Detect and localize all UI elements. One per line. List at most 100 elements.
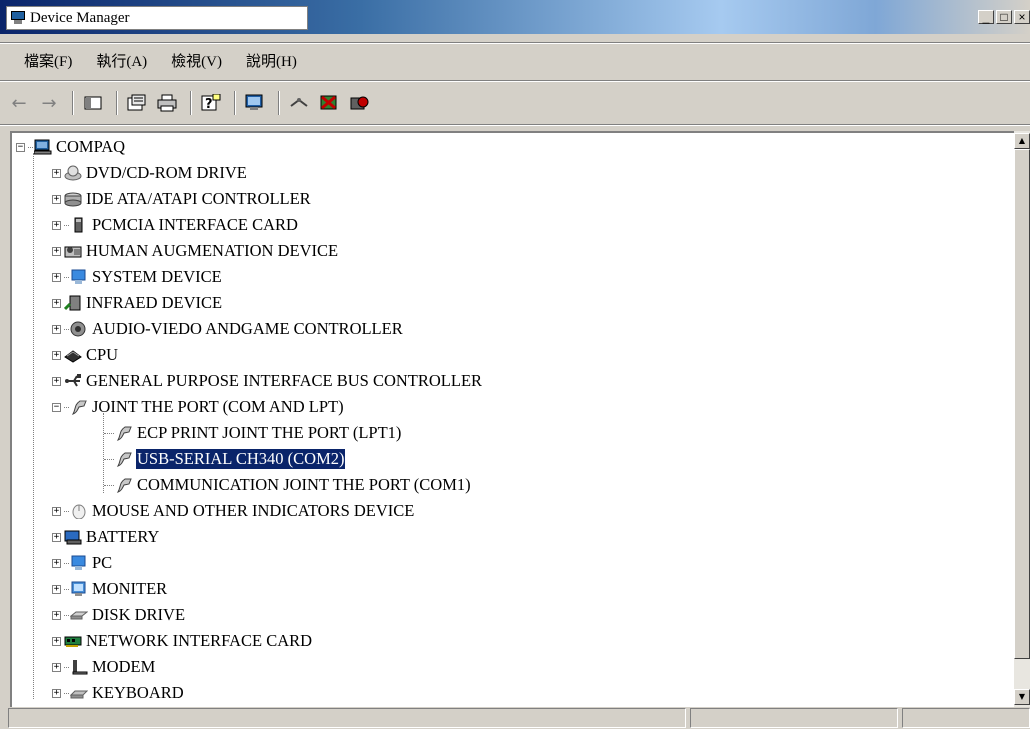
device-manager-app-icon (10, 11, 26, 25)
tree-child-item[interactable]: COMMUNICATION JOINT THE PORT (COM1) (104, 474, 472, 496)
modem-icon (70, 659, 88, 675)
tree-child-item[interactable]: ECP PRINT JOINT THE PORT (LPT1) (104, 422, 402, 444)
collapse-toggle[interactable]: − (16, 142, 25, 152)
expand-toggle[interactable]: + (52, 246, 61, 256)
tree-item[interactable]: + BATTERY (52, 526, 160, 548)
tree-item-label: ECP PRINT JOINT THE PORT (LPT1) (137, 423, 402, 442)
scroll-up-button[interactable]: ▲ (1014, 133, 1030, 149)
tree-item[interactable]: + NETWORK INTERFACE CARD (52, 630, 313, 652)
audio-icon (70, 321, 88, 337)
menu-file[interactable]: 檔案(F) (20, 50, 76, 71)
vertical-scrollbar[interactable]: ▲ ▼ (1014, 131, 1030, 707)
monitor-icon (70, 581, 88, 597)
menu-help[interactable]: 說明(H) (242, 50, 301, 71)
port-icon (115, 451, 133, 467)
uninstall-icon[interactable] (316, 91, 342, 115)
minimize-button[interactable]: _ (978, 10, 994, 24)
tree-item[interactable]: + MOUSE AND OTHER INDICATORS DEVICE (52, 500, 415, 522)
cpu-icon (64, 347, 82, 363)
tree-item-label: AUDIO-VIEDO ANDGAME CONTROLLER (92, 319, 403, 338)
forward-icon[interactable]: → (36, 91, 62, 115)
tree-item[interactable]: + IDE ATA/ATAPI CONTROLLER (52, 188, 312, 210)
expand-toggle[interactable]: + (52, 220, 61, 230)
tree-item-label: DISK DRIVE (92, 605, 186, 624)
expand-toggle[interactable]: + (52, 350, 61, 360)
device-tree-panel[interactable]: − COMPAQ + DVD/CD-ROM DRIVE + IDE ATA/AT… (10, 131, 1030, 707)
update-driver-icon[interactable] (286, 91, 312, 115)
back-icon[interactable]: ← (6, 91, 32, 115)
hid-icon (64, 243, 82, 259)
maximize-button[interactable]: □ (996, 10, 1012, 24)
expand-toggle[interactable]: + (52, 662, 61, 672)
disable-icon[interactable] (346, 91, 372, 115)
tree-item-label: MOUSE AND OTHER INDICATORS DEVICE (92, 501, 415, 520)
tree-root[interactable]: − COMPAQ (16, 136, 126, 158)
close-button[interactable]: × (1014, 10, 1030, 24)
properties-icon[interactable] (124, 91, 150, 115)
tree-item[interactable]: + CPU (52, 344, 119, 366)
tree-item-label: HUMAN AUGMENATION DEVICE (86, 241, 339, 260)
scroll-thumb[interactable] (1014, 149, 1030, 659)
tree-item[interactable]: + INFRAED DEVICE (52, 292, 223, 314)
tree-item-label: DVD/CD-ROM DRIVE (86, 163, 247, 182)
tree-item[interactable]: + DISK DRIVE (52, 604, 186, 626)
tree-item-label: NETWORK INTERFACE CARD (86, 631, 313, 650)
expand-toggle[interactable]: + (52, 324, 61, 334)
tree-root-label: COMPAQ (56, 137, 126, 156)
tree-item[interactable]: + KEYBOARD (52, 682, 185, 704)
battery-icon (64, 529, 82, 545)
expand-toggle[interactable]: + (52, 376, 61, 386)
expand-toggle[interactable]: + (52, 506, 61, 516)
status-pane-3 (902, 708, 1030, 728)
toolbar: ← → ? (6, 88, 376, 118)
tree-item[interactable]: + AUDIO-VIEDO ANDGAME CONTROLLER (52, 318, 404, 340)
expand-toggle[interactable]: + (52, 168, 61, 178)
tree-item-label: PCMCIA INTERFACE CARD (92, 215, 298, 234)
tree-item[interactable]: + SYSTEM DEVICE (52, 266, 223, 288)
tree-item[interactable]: + MODEM (52, 656, 156, 678)
collapse-toggle[interactable]: − (52, 402, 61, 412)
console-tree-icon[interactable] (80, 91, 106, 115)
tree-item-expanded[interactable]: − JOINT THE PORT (COM AND LPT) (52, 396, 345, 418)
tree-item[interactable]: + HUMAN AUGMENATION DEVICE (52, 240, 339, 262)
help-icon[interactable]: ? (198, 91, 224, 115)
pcmcia-icon (70, 217, 88, 233)
title-bar[interactable]: Device Manager _ □ × (0, 0, 1030, 34)
tree-child-item-selected[interactable]: USB-SERIAL CH340 (COM2) (104, 448, 346, 470)
expand-toggle[interactable]: + (52, 194, 61, 204)
tree-item[interactable]: + MONITER (52, 578, 168, 600)
computer-icon (33, 139, 52, 155)
toolbar-divider (116, 91, 118, 115)
tree-guide-line (33, 153, 34, 699)
expand-toggle[interactable]: + (52, 558, 61, 568)
expand-toggle[interactable]: + (52, 272, 61, 282)
tree-item-label: INFRAED DEVICE (86, 293, 223, 312)
expand-toggle[interactable]: + (52, 610, 61, 620)
toolbar-divider (72, 91, 74, 115)
tree-item[interactable]: + PCMCIA INTERFACE CARD (52, 214, 299, 236)
title-area: Device Manager (6, 6, 308, 30)
ide-controller-icon (64, 191, 82, 207)
tree-item-label: BATTERY (86, 527, 160, 546)
tree-item[interactable]: + GENERAL PURPOSE INTERFACE BUS CONTROLL… (52, 370, 483, 392)
scan-hardware-icon[interactable] (242, 91, 268, 115)
disk-drive-icon (69, 607, 89, 623)
expand-toggle[interactable]: + (52, 298, 61, 308)
device-tree[interactable]: − COMPAQ + DVD/CD-ROM DRIVE + IDE ATA/AT… (12, 133, 1012, 707)
expand-toggle[interactable]: + (52, 532, 61, 542)
tree-item[interactable]: + DVD/CD-ROM DRIVE (52, 162, 248, 184)
scroll-down-button[interactable]: ▼ (1014, 689, 1030, 705)
port-icon (70, 399, 88, 415)
expand-toggle[interactable]: + (52, 688, 61, 698)
menu-action[interactable]: 執行(A) (92, 50, 151, 71)
menu-view[interactable]: 檢視(V) (167, 50, 226, 71)
expand-toggle[interactable]: + (52, 636, 61, 646)
tree-item-label: KEYBOARD (92, 683, 184, 702)
tree-item[interactable]: + PC (52, 552, 113, 574)
expand-toggle[interactable]: + (52, 584, 61, 594)
print-icon[interactable] (154, 91, 180, 115)
toolbar-separator-bottom (0, 124, 1030, 126)
tree-item-label: SYSTEM DEVICE (92, 267, 222, 286)
tree-item-label: IDE ATA/ATAPI CONTROLLER (86, 189, 311, 208)
system-device-icon (70, 269, 88, 285)
